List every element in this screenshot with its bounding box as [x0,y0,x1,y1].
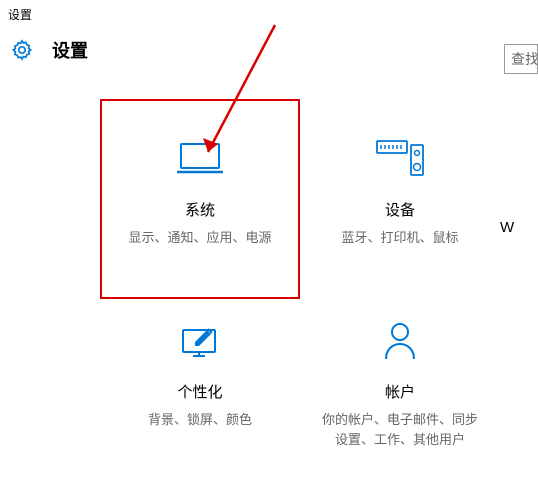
gear-icon [8,39,36,61]
personalization-icon [177,317,223,363]
tile-system[interactable]: 系统 显示、通知、应用、电源 [100,99,300,299]
window-title: 设置 [0,0,538,29]
accounts-icon [380,317,420,363]
tile-accounts[interactable]: 帐户 你的帐户、电子邮件、同步设置、工作、其他用户 [300,299,500,499]
tile-personalization[interactable]: 个性化 背景、锁屏、颜色 [100,299,300,499]
search-input[interactable]: 查找设 [504,44,538,74]
tile-desc: 背景、锁屏、颜色 [130,410,270,430]
tile-title: 个性化 [177,381,222,402]
tile-desc: 显示、通知、应用、电源 [110,228,289,248]
tile-desc: 你的帐户、电子邮件、同步设置、工作、其他用户 [300,410,500,449]
tile-partial[interactable]: W [500,99,530,299]
settings-grid: 系统 显示、通知、应用、电源 设备 蓝牙、打印机、鼠标 W [0,79,538,499]
tile-title: W [500,219,514,236]
system-icon [177,135,223,181]
header: 设置 [0,29,538,79]
search-placeholder: 查找设 [511,49,538,69]
tile-title: 帐户 [385,381,415,402]
tile-title: 设备 [385,199,415,220]
page-title: 设置 [52,37,88,63]
tile-devices[interactable]: 设备 蓝牙、打印机、鼠标 [300,99,500,299]
tile-title: 系统 [185,199,215,220]
devices-icon [375,135,425,181]
tile-desc: 蓝牙、打印机、鼠标 [323,228,476,248]
